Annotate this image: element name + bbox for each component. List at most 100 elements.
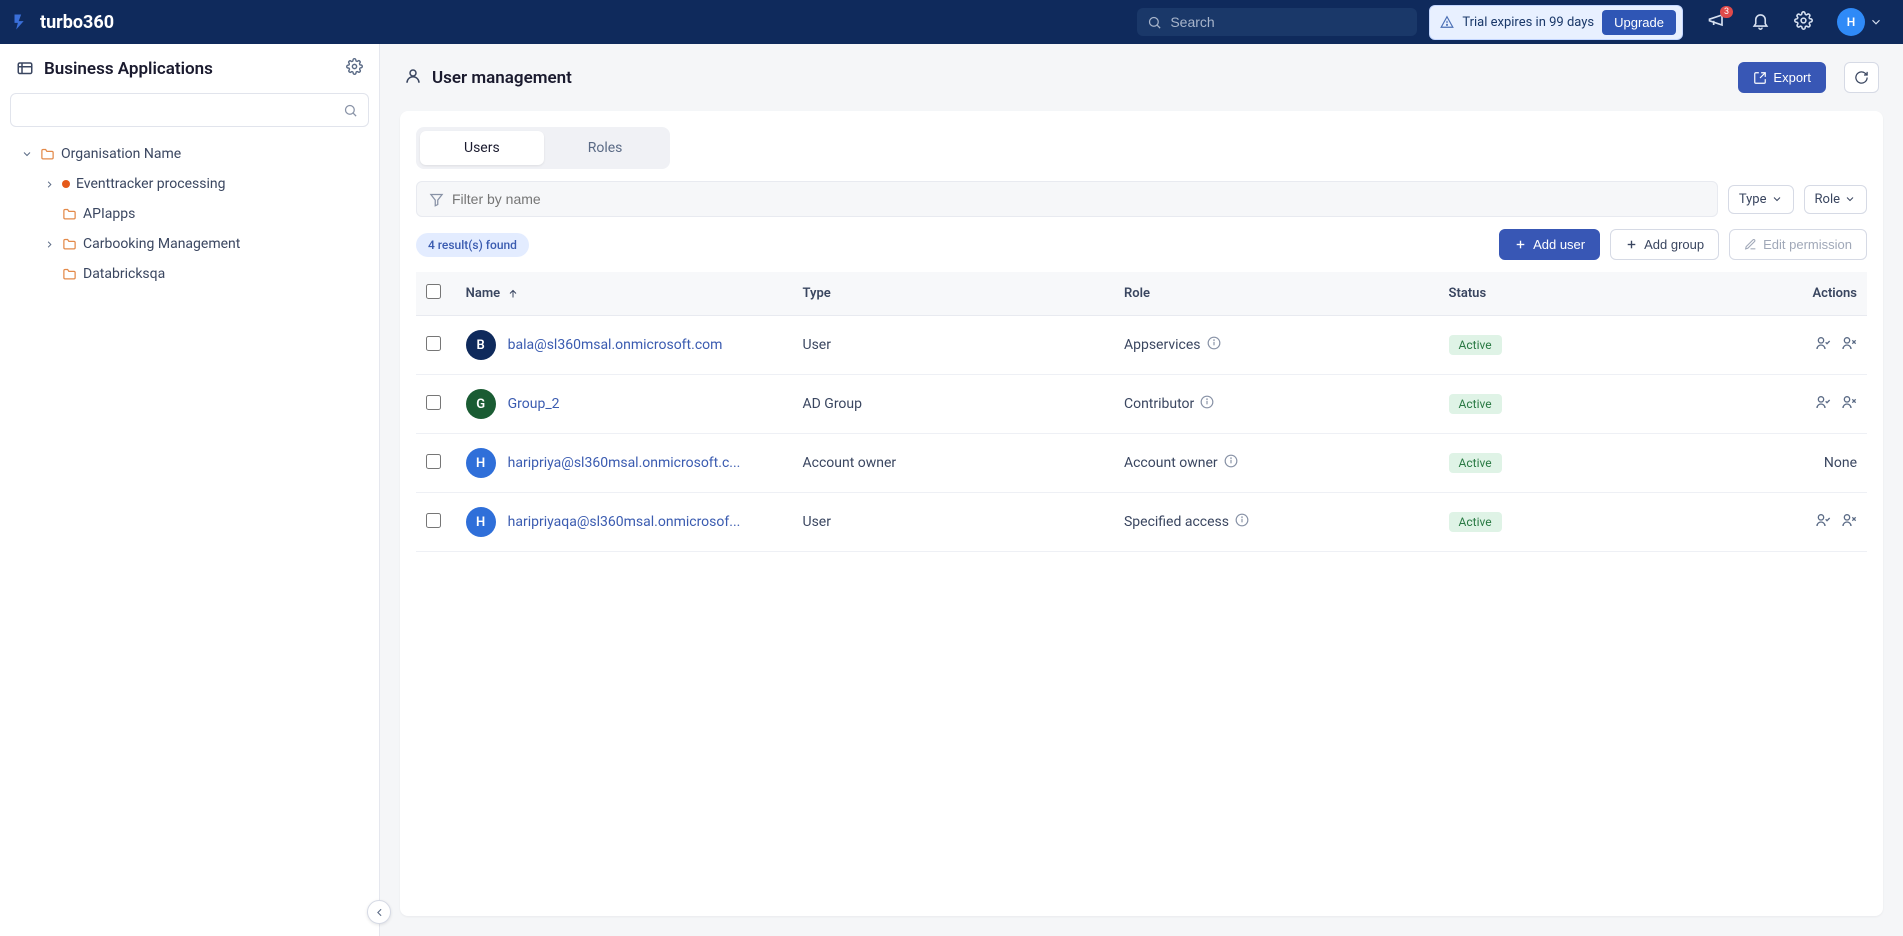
type-dropdown[interactable]: Type (1728, 185, 1794, 214)
tree-item-label: Databricksqa (83, 266, 165, 282)
tree-item-label: APIapps (83, 206, 135, 222)
user-name-link[interactable]: haripriya@sl360msal.onmicrosoft.c... (508, 455, 741, 471)
collapse-sidebar-button[interactable] (367, 900, 391, 924)
announcements-icon[interactable]: 3 (1707, 10, 1727, 34)
topbar-actions: 3 H (1707, 8, 1883, 36)
status-badge: Active (1449, 335, 1502, 355)
content: User management Export Users Roles (380, 44, 1903, 936)
th-type[interactable]: Type (793, 272, 1114, 316)
sidebar-settings-icon[interactable] (346, 58, 363, 79)
row-checkbox[interactable] (426, 454, 441, 469)
global-search[interactable] (1137, 8, 1417, 36)
tab-roles[interactable]: Roles (544, 131, 667, 165)
row-type: User (793, 316, 1114, 375)
plus-icon (1514, 238, 1527, 251)
tree-item[interactable]: Databricksqa (8, 259, 371, 289)
refresh-icon (1854, 70, 1869, 85)
filter-by-name[interactable] (416, 181, 1718, 217)
tree-item[interactable]: Carbooking Management (8, 229, 371, 259)
sidebar-search[interactable] (10, 93, 369, 127)
upgrade-button[interactable]: Upgrade (1602, 10, 1676, 35)
export-button[interactable]: Export (1738, 62, 1826, 93)
info-icon[interactable] (1235, 513, 1249, 531)
users-table: Name Type Role Status Actions Bbala@sl36… (400, 272, 1883, 916)
th-actions: Actions (1760, 272, 1867, 316)
user-name-link[interactable]: Group_2 (508, 396, 560, 412)
status-badge: Active (1449, 453, 1502, 473)
edit-permission-button[interactable]: Edit permission (1729, 229, 1867, 260)
tree-item-label: Carbooking Management (83, 236, 240, 252)
tabs: Users Roles (400, 111, 1883, 169)
warning-icon (1440, 15, 1454, 29)
sidebar-title: Business Applications (44, 59, 336, 79)
edit-role-icon[interactable] (1815, 512, 1831, 532)
brand-text: turbo360 (40, 12, 114, 33)
select-all-checkbox[interactable] (426, 284, 441, 299)
th-role[interactable]: Role (1114, 272, 1439, 316)
folder-icon (62, 267, 77, 282)
table-row: Hharipriya@sl360msal.onmicrosoft.c...Acc… (416, 434, 1867, 493)
th-name[interactable]: Name (456, 272, 793, 316)
user-name-link[interactable]: haripriyaqa@sl360msal.onmicrosof... (508, 514, 741, 530)
remove-user-icon[interactable] (1841, 512, 1857, 532)
filter-icon (429, 192, 444, 207)
global-search-input[interactable] (1170, 14, 1407, 30)
sidebar-tree: Organisation Name Eventtracker processin… (0, 139, 379, 289)
folder-icon (40, 147, 55, 162)
edit-role-icon[interactable] (1815, 394, 1831, 414)
sidebar-search-input[interactable] (21, 102, 335, 118)
row-type: Account owner (793, 434, 1114, 493)
th-status[interactable]: Status (1439, 272, 1761, 316)
table-row: Hharipriyaqa@sl360msal.onmicrosof... User… (416, 493, 1867, 552)
edit-icon (1744, 238, 1757, 251)
info-icon[interactable] (1207, 336, 1221, 354)
tree-org-label: Organisation Name (61, 146, 181, 162)
status-badge: Active (1449, 394, 1502, 414)
table-row: GGroup_2AD GroupContributorActive (416, 375, 1867, 434)
row-type: User (793, 493, 1114, 552)
add-group-button[interactable]: Add group (1610, 229, 1719, 260)
chevron-right-icon (42, 239, 56, 250)
user-menu[interactable]: H (1837, 8, 1883, 36)
user-name-link[interactable]: bala@sl360msal.onmicrosoft.com (508, 337, 723, 353)
row-avatar: H (466, 507, 496, 537)
settings-icon[interactable] (1794, 11, 1813, 34)
search-icon (1147, 15, 1162, 30)
plus-icon (1625, 238, 1638, 251)
remove-user-icon[interactable] (1841, 394, 1857, 414)
sidebar-header: Business Applications (0, 44, 379, 89)
row-type: AD Group (793, 375, 1114, 434)
topbar: turbo360 Trial expires in 99 days Upgrad… (0, 0, 1903, 44)
remove-user-icon[interactable] (1841, 335, 1857, 355)
search-icon (343, 103, 358, 118)
row-checkbox[interactable] (426, 513, 441, 528)
table-row: Bbala@sl360msal.onmicrosoft.comUserAppse… (416, 316, 1867, 375)
brand-logo[interactable]: turbo360 (12, 12, 114, 33)
brand-icon (12, 12, 32, 32)
filter-row: Type Role (400, 169, 1883, 229)
chevron-down-icon (20, 148, 34, 160)
tree-item-label: Eventtracker processing (76, 176, 225, 192)
user-avatar: H (1837, 8, 1865, 36)
row-role: Account owner (1124, 455, 1218, 471)
role-dropdown[interactable]: Role (1804, 185, 1867, 214)
tab-users[interactable]: Users (420, 131, 544, 165)
add-user-button[interactable]: Add user (1499, 229, 1600, 260)
edit-role-icon[interactable] (1815, 335, 1831, 355)
filter-input[interactable] (452, 191, 1705, 207)
status-dot-icon (62, 180, 70, 188)
tree-org-root[interactable]: Organisation Name (8, 139, 371, 169)
row-checkbox[interactable] (426, 395, 441, 410)
bell-icon[interactable] (1751, 11, 1770, 34)
info-icon[interactable] (1224, 454, 1238, 472)
folder-icon (62, 237, 77, 252)
info-icon[interactable] (1200, 395, 1214, 413)
row-checkbox[interactable] (426, 336, 441, 351)
row-avatar: G (466, 389, 496, 419)
tree-item[interactable]: APIapps (8, 199, 371, 229)
result-count: 4 result(s) found (416, 233, 529, 257)
refresh-button[interactable] (1844, 62, 1879, 93)
chevron-down-icon (1844, 193, 1856, 205)
chevron-left-icon (373, 906, 386, 919)
tree-item[interactable]: Eventtracker processing (8, 169, 371, 199)
